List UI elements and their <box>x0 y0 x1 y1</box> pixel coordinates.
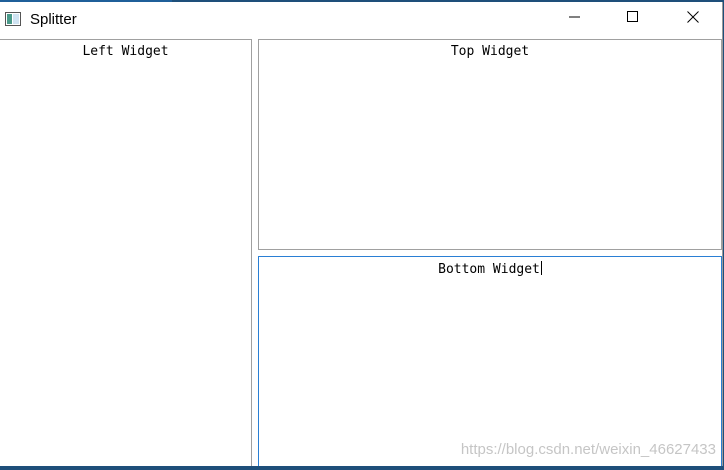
splitter-window: Splitter Left Widget Top Widget Bottom W… <box>0 2 723 468</box>
maximize-button[interactable] <box>604 2 662 36</box>
maximize-icon <box>627 10 639 28</box>
window-app-icon <box>5 12 21 26</box>
bottom-widget-label-wrap: Bottom Widget <box>259 261 721 277</box>
bottom-widget[interactable]: Bottom Widget <box>258 256 722 468</box>
close-button[interactable] <box>664 2 722 36</box>
minimize-button[interactable] <box>546 2 604 36</box>
top-widget-label: Top Widget <box>450 44 530 59</box>
bottom-widget-label: Bottom Widget <box>438 262 540 277</box>
title-bar[interactable]: Splitter <box>0 2 722 36</box>
desktop-strip <box>0 466 724 470</box>
left-widget-label: Left Widget <box>82 44 169 59</box>
minimize-icon <box>569 10 581 28</box>
text-caret <box>540 261 542 275</box>
watermark: https://blog.csdn.net/weixin_46627433 <box>460 441 716 458</box>
window-title: Splitter <box>30 11 77 28</box>
close-icon <box>687 10 699 28</box>
top-widget[interactable]: Top Widget <box>258 39 722 250</box>
left-widget[interactable]: Left Widget <box>0 39 252 468</box>
